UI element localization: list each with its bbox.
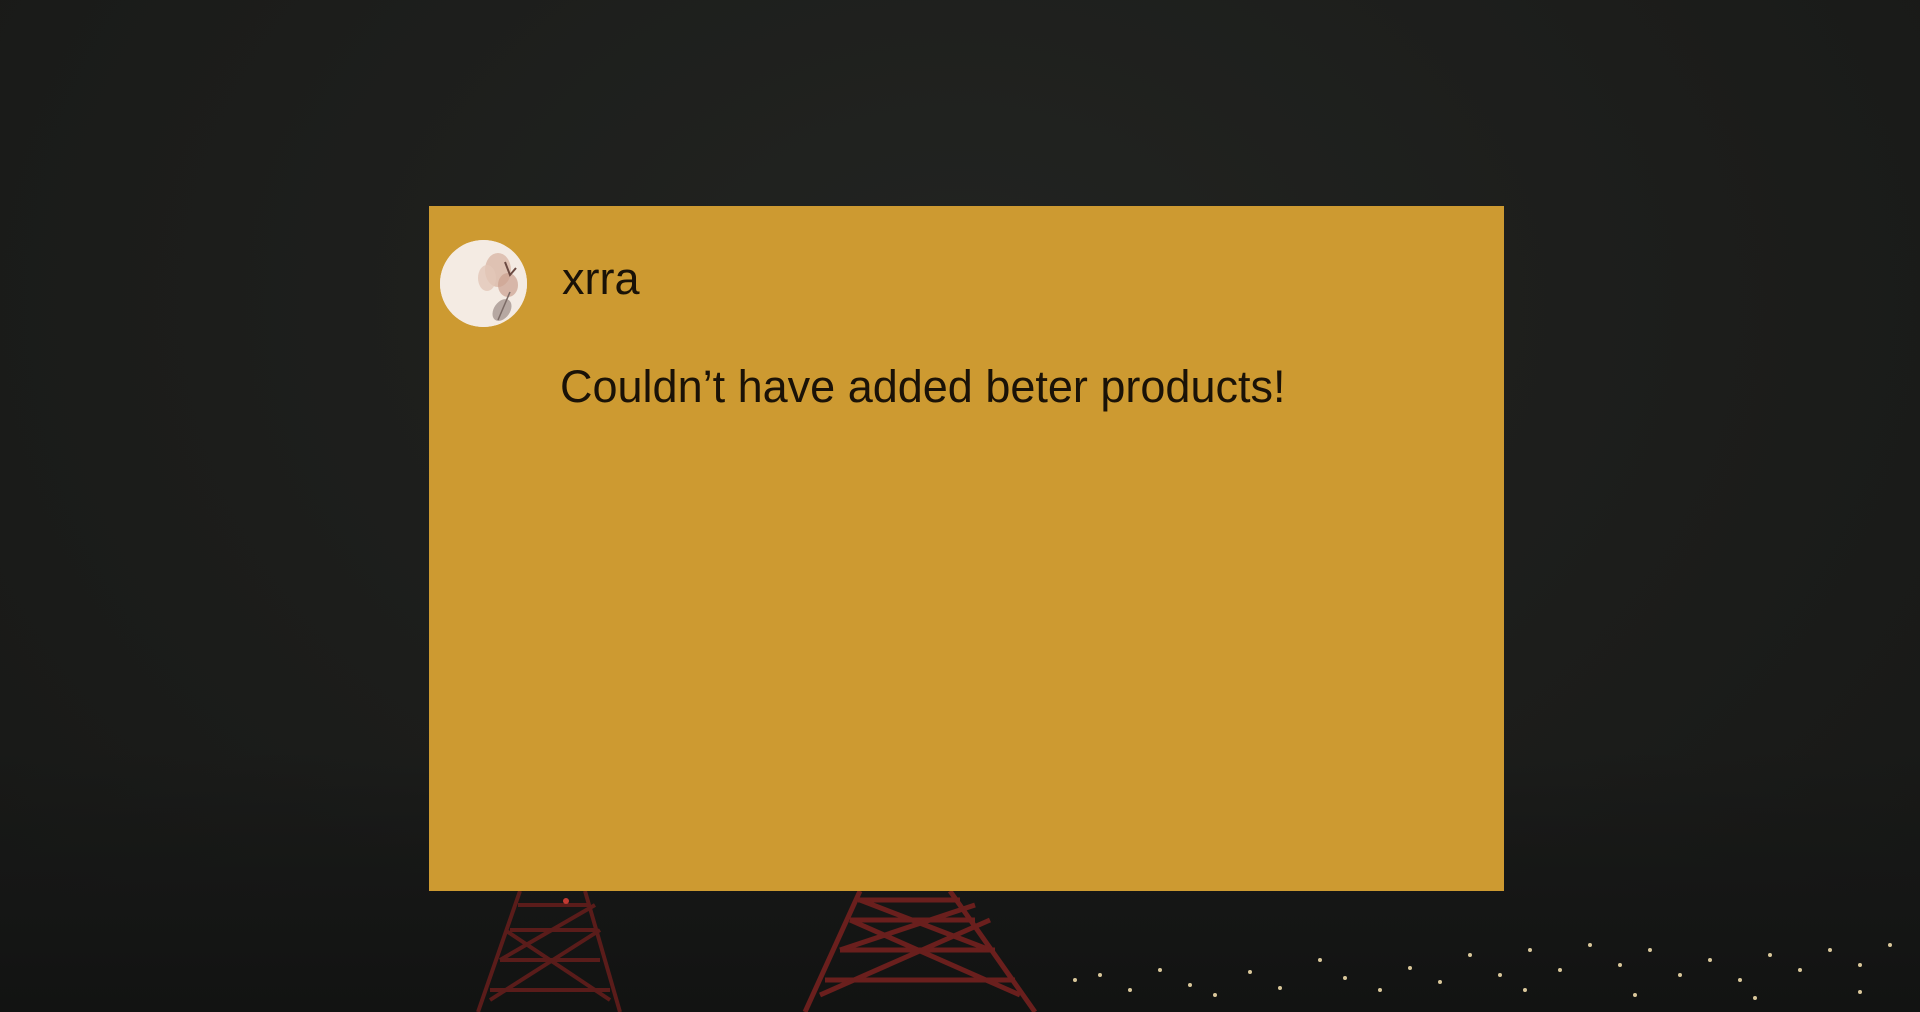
username[interactable]: xrra	[562, 256, 640, 301]
flower-avatar-icon	[440, 240, 527, 327]
comment-text: Couldn’t have added beter products!	[560, 361, 1286, 412]
comment-card: xrra Couldn’t have added beter products!	[429, 206, 1504, 891]
avatar[interactable]	[440, 240, 527, 327]
